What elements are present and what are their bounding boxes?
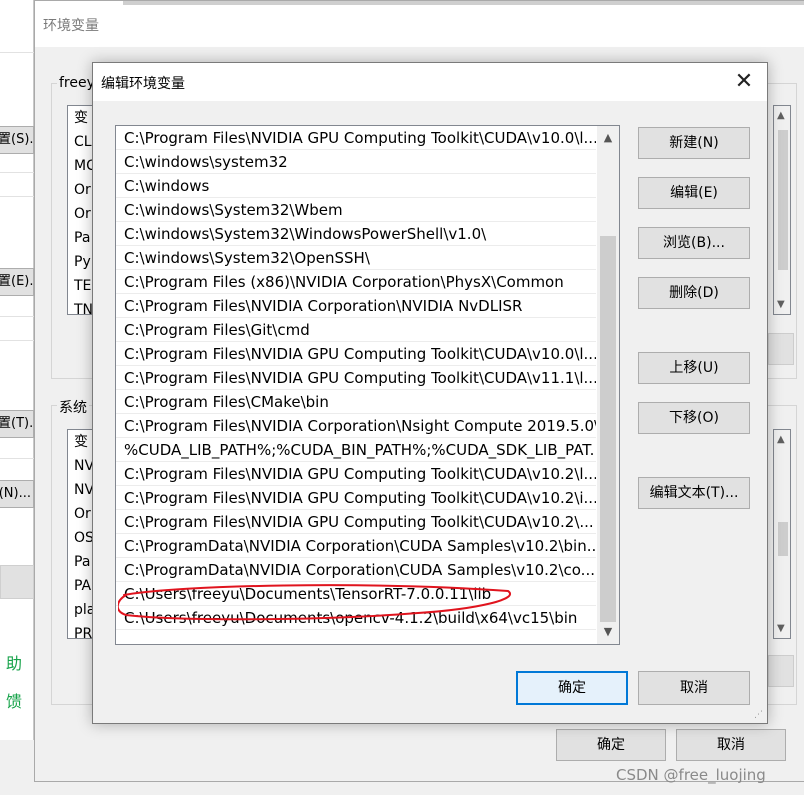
divider xyxy=(0,458,34,459)
outer-top-stripe xyxy=(123,1,804,5)
scroll-thumb[interactable] xyxy=(778,130,788,270)
path-row-opencv[interactable]: C:\Users\freeyu\Documents\opencv-4.1.2\b… xyxy=(116,606,596,630)
outer-titlebar xyxy=(35,1,804,47)
browse-button[interactable]: 浏览(B)... xyxy=(638,227,750,259)
path-row[interactable]: C:\Program Files\NVIDIA GPU Computing To… xyxy=(116,126,596,150)
edit-env-var-dialog: 编辑环境变量 ✕ C:\Program Files\NVIDIA GPU Com… xyxy=(92,62,768,724)
system-vars-scrollbar[interactable]: ▲ ▼ xyxy=(773,429,791,639)
scroll-down-icon[interactable]: ▼ xyxy=(777,623,785,634)
ok-button[interactable]: 确定 xyxy=(516,671,628,705)
path-row[interactable]: C:\ProgramData\NVIDIA Corporation\CUDA S… xyxy=(116,534,596,558)
watermark: CSDN @free_luojing xyxy=(616,766,766,784)
path-row[interactable]: C:\Program Files\NVIDIA Corporation\Nsig… xyxy=(116,414,596,438)
scroll-down-icon[interactable]: ▼ xyxy=(597,622,619,642)
divider xyxy=(0,340,34,341)
bg-button-n[interactable]: (N)... xyxy=(0,480,34,508)
user-vars-scrollbar[interactable]: ▲ ▼ xyxy=(773,105,791,315)
dialog-titlebar xyxy=(93,63,767,101)
path-row[interactable]: C:\Program Files\NVIDIA Corporation\NVID… xyxy=(116,294,596,318)
path-row[interactable]: C:\Program Files\Git\cmd xyxy=(116,318,596,342)
path-row[interactable]: C:\windows xyxy=(116,174,596,198)
bg-gray-button[interactable] xyxy=(0,565,34,599)
path-row[interactable]: C:\Program Files\NVIDIA GPU Computing To… xyxy=(116,462,596,486)
bg-feedback-text[interactable]: 馈 xyxy=(0,688,22,712)
divider xyxy=(0,172,34,173)
user-vars-group-label: freey xyxy=(57,75,97,91)
new-button[interactable]: 新建(N) xyxy=(638,127,750,159)
path-row[interactable]: C:\windows\System32\Wbem xyxy=(116,198,596,222)
path-row[interactable]: C:\windows\system32 xyxy=(116,150,596,174)
path-row[interactable]: C:\Program Files\CMake\bin xyxy=(116,390,596,414)
divider xyxy=(0,316,34,317)
system-vars-button-edge[interactable] xyxy=(768,655,794,687)
scroll-up-icon[interactable]: ▲ xyxy=(777,434,785,445)
divider xyxy=(0,52,34,53)
dialog-title: 编辑环境变量 xyxy=(101,76,185,92)
path-row[interactable]: C:\ProgramData\NVIDIA Corporation\CUDA S… xyxy=(116,558,596,582)
edit-text-button[interactable]: 编辑文本(T)... xyxy=(638,477,750,509)
system-vars-group-label: 系统 xyxy=(57,397,89,417)
path-row[interactable]: C:\Program Files\NVIDIA GPU Computing To… xyxy=(116,510,596,534)
background-window: 置(S)... 置(E)... 置(T)... (N)... 助 馈 xyxy=(0,0,34,740)
outer-ok-button[interactable]: 确定 xyxy=(556,729,666,761)
cancel-button[interactable]: 取消 xyxy=(638,671,750,705)
resize-grip-icon[interactable]: ⋰ xyxy=(754,710,764,720)
edit-button[interactable]: 编辑(E) xyxy=(638,177,750,209)
bg-button-s[interactable]: 置(S)... xyxy=(0,126,34,154)
path-row[interactable]: C:\Program Files (x86)\NVIDIA Corporatio… xyxy=(116,270,596,294)
scroll-up-icon[interactable]: ▲ xyxy=(597,128,619,148)
path-row-tensorrt[interactable]: C:\Users\freeyu\Documents\TensorRT-7.0.0… xyxy=(116,582,596,606)
close-icon[interactable]: ✕ xyxy=(725,63,763,101)
path-row[interactable]: C:\windows\System32\OpenSSH\ xyxy=(116,246,596,270)
scroll-thumb[interactable] xyxy=(600,236,616,622)
path-row[interactable]: %CUDA_LIB_PATH%;%CUDA_BIN_PATH%;%CUDA_SD… xyxy=(116,438,596,462)
scroll-up-icon[interactable]: ▲ xyxy=(777,110,785,121)
bg-button-t[interactable]: 置(T)... xyxy=(0,410,34,438)
path-row[interactable]: C:\Program Files\NVIDIA GPU Computing To… xyxy=(116,486,596,510)
outer-cancel-button[interactable]: 取消 xyxy=(676,729,786,761)
delete-button[interactable]: 删除(D) xyxy=(638,277,750,309)
move-up-button[interactable]: 上移(U) xyxy=(638,352,750,384)
path-list-scrollbar[interactable]: ▲ ▼ xyxy=(597,126,619,644)
bg-help-text[interactable]: 助 xyxy=(0,650,22,674)
outer-window-title: 环境变量 xyxy=(43,18,99,34)
path-row[interactable]: C:\Program Files\NVIDIA GPU Computing To… xyxy=(116,342,596,366)
user-vars-button-edge[interactable] xyxy=(768,333,794,365)
path-list[interactable]: C:\Program Files\NVIDIA GPU Computing To… xyxy=(115,125,620,645)
scroll-down-icon[interactable]: ▼ xyxy=(777,299,785,310)
bg-button-e[interactable]: 置(E)... xyxy=(0,268,34,296)
path-rows: C:\Program Files\NVIDIA GPU Computing To… xyxy=(116,126,596,630)
path-row[interactable]: C:\windows\System32\WindowsPowerShell\v1… xyxy=(116,222,596,246)
scroll-thumb[interactable] xyxy=(778,522,788,556)
move-down-button[interactable]: 下移(O) xyxy=(638,402,750,434)
divider xyxy=(0,196,34,197)
path-row[interactable]: C:\Program Files\NVIDIA GPU Computing To… xyxy=(116,366,596,390)
